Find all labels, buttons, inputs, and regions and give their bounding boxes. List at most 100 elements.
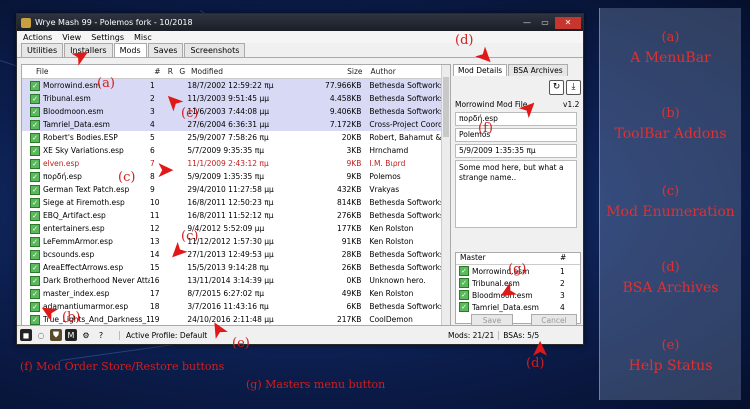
check-icon[interactable]: ✓: [30, 236, 40, 247]
master-num-col[interactable]: #: [560, 253, 566, 264]
mod-list-scrollbar[interactable]: [441, 65, 450, 328]
mod-row[interactable]: ✓ LeFemmArmor.esp 13 11/12/2012 1:57:30 μμ 9…: [22, 235, 450, 248]
mod-row[interactable]: ✓ XE Sky Variations.esp 6 5/7/2009 9:35:35 …: [22, 144, 450, 157]
check-icon[interactable]: ✓: [30, 80, 40, 91]
check-icon[interactable]: ✓: [30, 119, 40, 130]
mod-row[interactable]: ✓ entertainers.esp 12 9/4/2012 5:52:09 μμ 17…: [22, 222, 450, 235]
tab-bsa-archives[interactable]: BSA Archives: [508, 64, 568, 76]
col-file[interactable]: File: [22, 67, 154, 76]
mod-size: 6KB: [346, 302, 362, 311]
check-icon[interactable]: ✓: [30, 197, 40, 208]
filename-field[interactable]: πορδή.esp: [455, 112, 577, 126]
mod-modified: 27/6/2004 6:36:31 μμ: [187, 120, 270, 129]
tab-saves[interactable]: Saves: [147, 43, 184, 57]
tab-utilities[interactable]: Utilities: [21, 43, 64, 57]
col-g[interactable]: G: [179, 67, 191, 76]
check-icon[interactable]: ✓: [30, 262, 40, 273]
check-icon[interactable]: ✓: [30, 223, 40, 234]
mod-author: Robert, Bahamut & M...: [369, 133, 450, 142]
tab-mods[interactable]: Mods: [113, 43, 147, 57]
check-icon[interactable]: ✓: [30, 210, 40, 221]
master-row[interactable]: ✓ Tribunal.esm 2: [456, 277, 580, 289]
annotation-f-text: (f) Mod Order Store/Restore buttons: [20, 360, 225, 373]
check-icon[interactable]: ✓: [459, 302, 469, 312]
close-button[interactable]: ✕: [555, 16, 581, 29]
store-order-icon[interactable]: ⤓: [566, 80, 581, 95]
check-icon[interactable]: ✓: [30, 275, 40, 286]
help-icon[interactable]: ?: [95, 329, 107, 341]
date-field[interactable]: 5/9/2009 1:35:35 πμ: [455, 144, 577, 158]
mod-row[interactable]: ✓ German Text Patch.esp 9 29/4/2010 11:27:5…: [22, 183, 450, 196]
menu-view[interactable]: View: [62, 33, 81, 42]
legend-key-a: (a): [661, 30, 680, 45]
maximize-button[interactable]: ▭: [537, 17, 553, 29]
check-icon[interactable]: ✓: [30, 158, 40, 169]
mod-file-name: Tribunal.esm: [43, 94, 91, 103]
check-icon[interactable]: ✓: [30, 184, 40, 195]
check-icon[interactable]: ✓: [459, 266, 469, 276]
mod-index: 17: [149, 289, 160, 298]
mod-index: 12: [149, 224, 160, 233]
annotation-d2: (d): [526, 356, 545, 371]
mod-row[interactable]: ✓Dark Brotherhood Never Attack...16 13/11…: [22, 274, 450, 287]
refresh-icon[interactable]: ◌: [35, 329, 47, 341]
mod-row[interactable]: ✓ Robert's Bodies.ESP 5 25/9/2007 7:58:26 π…: [22, 131, 450, 144]
check-icon[interactable]: ✓: [30, 145, 40, 156]
legend-label-a: A MenuBar: [630, 50, 711, 66]
mod-author: Unknown hero.: [369, 276, 426, 285]
menu-settings[interactable]: Settings: [91, 33, 124, 42]
col-size[interactable]: Size: [310, 67, 366, 76]
minimize-button[interactable]: —: [519, 17, 535, 29]
mod-row[interactable]: ✓ EBQ_Artifact.esp 11 16/8/2011 11:52:12 πμ…: [22, 209, 450, 222]
check-icon[interactable]: ✓: [459, 278, 469, 288]
col-r[interactable]: R: [168, 67, 180, 76]
mod-row[interactable]: ✓ Morrowind.esm 1 18/7/2002 12:59:22 πμ 77.9…: [22, 79, 450, 92]
check-icon[interactable]: ✓: [30, 132, 40, 143]
gear-icon[interactable]: ⚙: [80, 329, 92, 341]
active-profile: Active Profile: Default: [119, 330, 426, 340]
mod-author: Cross-Project Coordin...: [369, 120, 450, 129]
mod-row[interactable]: ✓ πορδή.esp 8 5/9/2009 1:35:35 πμ 9KB Polemos: [22, 170, 450, 183]
author-field[interactable]: Polemos: [455, 128, 577, 142]
mod-row[interactable]: ✓ elven.esp 7 11/1/2009 2:43:12 πμ 9KB I.M. B…: [22, 157, 450, 170]
mod-author: Bethesda Softworks: [369, 107, 444, 116]
check-icon[interactable]: ✓: [30, 93, 40, 104]
shield-icon[interactable]: ⛊: [50, 329, 62, 341]
check-icon[interactable]: ✓: [30, 249, 40, 260]
scroll-thumb[interactable]: [443, 77, 449, 137]
check-icon[interactable]: ✓: [459, 290, 469, 300]
check-icon[interactable]: ✓: [30, 288, 40, 299]
tab-screenshots[interactable]: Screenshots: [184, 43, 246, 57]
mlox-icon[interactable]: M: [65, 329, 77, 341]
mod-modified: 3/7/2016 11:43:16 πμ: [187, 302, 269, 311]
mod-row[interactable]: ✓ master_index.esp 17 8/7/2015 6:27:02 πμ 49…: [22, 287, 450, 300]
master-row[interactable]: ✓ Tamriel_Data.esm 4: [456, 301, 580, 313]
col-modified[interactable]: Modified: [191, 67, 310, 76]
mod-row[interactable]: ✓ AreaEffectArrows.esp 15 15/5/2013 9:14:28…: [22, 261, 450, 274]
mod-modified: 16/8/2011 11:52:12 πμ: [187, 211, 274, 220]
mod-row[interactable]: ✓ Tribunal.esm 2 11/3/2003 9:51:45 μμ 4.458K…: [22, 92, 450, 105]
menu-misc[interactable]: Misc: [134, 33, 152, 42]
annotation-d1: (d): [455, 33, 474, 48]
mod-row[interactable]: ✓ bcsounds.esp 14 27/1/2013 12:49:53 μμ 28KB…: [22, 248, 450, 261]
mod-file-name: Bloodmoon.esm: [43, 107, 104, 116]
mod-author: Bethesda Softworks: [369, 198, 444, 207]
menu-actions[interactable]: Actions: [23, 33, 52, 42]
col-num[interactable]: #: [154, 67, 168, 76]
mod-file-name: bcsounds.esp: [43, 250, 95, 259]
mod-file-name: German Text Patch.esp: [43, 185, 130, 194]
mod-file-cell: ✓ LeFemmArmor.esp: [22, 236, 150, 247]
toolbar-addon-icon[interactable]: ◼: [20, 329, 32, 341]
mod-row[interactable]: ✓ Bloodmoon.esm 3 11/6/2003 7:44:08 μμ 9.406…: [22, 105, 450, 118]
mod-row[interactable]: ✓ adamantiumarmor.esp 18 3/7/2016 11:43:16 …: [22, 300, 450, 313]
restore-order-icon[interactable]: ↻: [549, 80, 564, 95]
mod-size: 7.172KB: [329, 120, 362, 129]
mod-row[interactable]: ✓ Siege at Firemoth.esp 10 16/8/2011 12:50:…: [22, 196, 450, 209]
check-icon[interactable]: ✓: [30, 106, 40, 117]
description-field[interactable]: Some mod here, but what a strange name..: [455, 160, 577, 228]
check-icon[interactable]: ✓: [30, 171, 40, 182]
col-author[interactable]: Author: [367, 67, 450, 76]
arrow-c2: ➤: [156, 158, 175, 183]
mod-modified: 11/6/2003 7:44:08 μμ: [187, 107, 270, 116]
mod-row[interactable]: ✓ Tamriel_Data.esm 4 27/6/2004 6:36:31 μμ 7.…: [22, 118, 450, 131]
